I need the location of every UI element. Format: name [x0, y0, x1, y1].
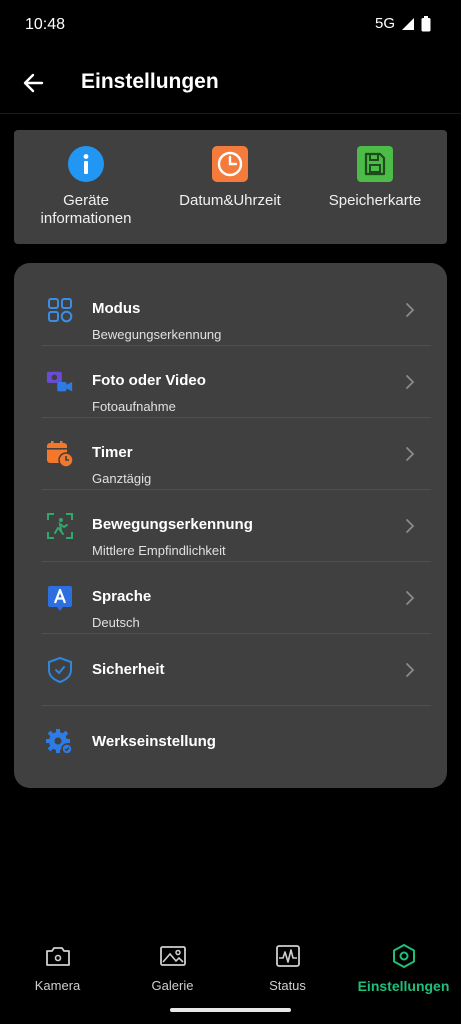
settings-row-modus[interactable]: Modus Bewegungserkennung	[42, 274, 431, 346]
row-subtitle: Bewegungserkennung	[92, 327, 222, 342]
quick-label: Speicherkarte	[328, 192, 422, 209]
status-time: 10:48	[25, 16, 66, 33]
activity-icon	[273, 942, 303, 970]
row-title: Modus	[92, 300, 141, 317]
gallery-icon	[158, 942, 188, 970]
status-bar: 10:48 5G	[0, 0, 461, 50]
chevron-right-icon	[406, 303, 415, 317]
sd-card-icon	[357, 146, 393, 182]
nav-settings[interactable]: Einstellungen	[346, 942, 461, 998]
settings-row-timer[interactable]: Timer Ganztägig	[42, 418, 431, 490]
calendar-clock-icon	[46, 440, 74, 468]
hexagon-settings-icon	[389, 942, 419, 970]
nav-camera[interactable]: Kamera	[0, 942, 115, 998]
chevron-right-icon	[406, 519, 415, 533]
nav-label: Einstellungen	[357, 978, 450, 994]
row-title: Sicherheit	[92, 661, 165, 678]
signal-icon	[402, 17, 414, 30]
settings-list: Modus Bewegungserkennung Foto oder Video…	[14, 263, 447, 788]
chevron-right-icon	[406, 375, 415, 389]
row-subtitle: Deutsch	[92, 615, 140, 630]
quick-label: Datum&Uhrzeit	[179, 192, 281, 209]
chevron-right-icon	[406, 663, 415, 677]
page-title: Einstellungen	[81, 70, 219, 93]
info-icon	[68, 146, 104, 182]
app-header: Einstellungen	[0, 58, 461, 114]
row-title: Bewegungserkennung	[92, 516, 253, 533]
camera-icon	[43, 942, 73, 970]
quick-sd-card[interactable]: Speicherkarte	[303, 146, 447, 236]
arrow-left-icon	[23, 73, 44, 93]
shield-icon	[46, 656, 74, 684]
row-title: Timer	[92, 444, 133, 461]
chevron-right-icon	[406, 447, 415, 461]
settings-row-foto-video[interactable]: Foto oder Video Fotoaufnahme	[42, 346, 431, 418]
settings-row-factory-reset[interactable]: Werkseinstellung	[42, 706, 431, 778]
row-title: Sprache	[92, 588, 152, 605]
grid-icon	[46, 296, 74, 324]
clock-icon	[212, 146, 248, 182]
chevron-right-icon	[406, 591, 415, 605]
quick-actions-card: Geräte informationen Datum&Uhrzeit Speic…	[14, 130, 447, 244]
home-indicator[interactable]	[170, 1008, 291, 1012]
settings-row-language[interactable]: Sprache Deutsch	[42, 562, 431, 634]
network-type: 5G	[374, 15, 395, 32]
motion-detect-icon	[46, 512, 74, 540]
language-icon	[46, 584, 74, 612]
camera-video-icon	[46, 368, 74, 396]
nav-label: Kamera	[34, 978, 81, 993]
gear-icon	[46, 728, 74, 756]
nav-gallery[interactable]: Galerie	[115, 942, 230, 998]
battery-icon	[421, 15, 431, 31]
row-subtitle: Fotoaufnahme	[92, 399, 176, 414]
bottom-navigation: Kamera Galerie Status Einstellungen	[0, 930, 461, 1000]
nav-label: Status	[269, 978, 306, 993]
settings-row-motion[interactable]: Bewegungserkennung Mittlere Empfindlichk…	[42, 490, 431, 562]
row-subtitle: Ganztägig	[92, 471, 152, 486]
quick-label: Geräte informationen	[40, 192, 132, 227]
row-title: Foto oder Video	[92, 372, 206, 389]
row-subtitle: Mittlere Empfindlichkeit	[92, 543, 226, 558]
nav-status[interactable]: Status	[230, 942, 345, 998]
nav-label: Galerie	[151, 978, 194, 993]
quick-device-info[interactable]: Geräte informationen	[14, 146, 158, 236]
back-button[interactable]	[18, 68, 48, 98]
status-indicators: 5G	[375, 15, 431, 32]
settings-row-security[interactable]: Sicherheit	[42, 634, 431, 706]
row-title: Werkseinstellung	[92, 733, 216, 750]
quick-date-time[interactable]: Datum&Uhrzeit	[158, 146, 302, 236]
